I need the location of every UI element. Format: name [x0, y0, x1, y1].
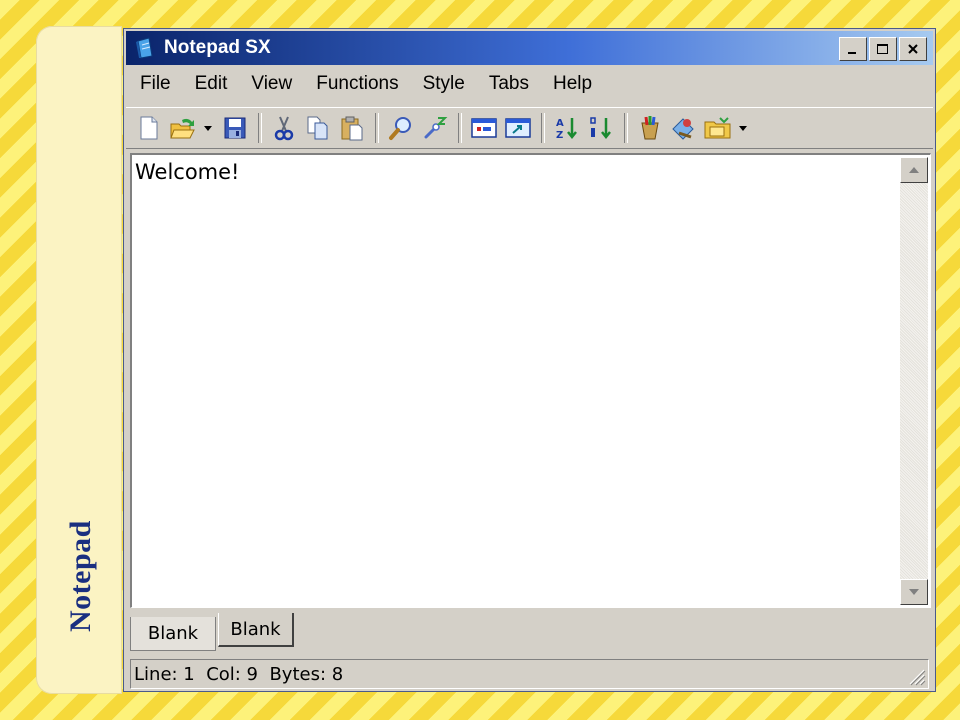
paint-icon	[641, 116, 659, 140]
paste-button[interactable]	[337, 113, 367, 143]
window-icon	[471, 118, 497, 138]
toolbar-separator	[375, 113, 379, 143]
paint-button[interactable]	[635, 113, 665, 143]
tool-button[interactable]	[669, 113, 699, 143]
arrow-down-icon	[909, 589, 919, 595]
save-button[interactable]	[220, 113, 250, 143]
scroll-down-button[interactable]	[900, 579, 928, 605]
toolbar-separator	[541, 113, 545, 143]
status-text: Line: 1 Col: 9 Bytes: 8	[134, 663, 344, 685]
chevron-down-icon	[739, 125, 747, 131]
copy-button[interactable]	[303, 113, 333, 143]
arrow-up-icon	[909, 167, 919, 173]
toolbar-separator	[258, 113, 262, 143]
menu-edit[interactable]: Edit	[183, 73, 240, 95]
notepad-app-icon	[136, 37, 153, 59]
side-title: Notepad	[64, 520, 97, 632]
cut-icon	[274, 116, 294, 141]
find-icon	[389, 117, 411, 140]
copy-icon	[307, 116, 328, 140]
menu-tabs[interactable]: Tabs	[477, 73, 541, 95]
find-button[interactable]	[386, 113, 416, 143]
tool-icon	[672, 118, 694, 140]
status-bar: Line: 1 Col: 9 Bytes: 8	[130, 659, 929, 689]
close-button[interactable]	[899, 37, 927, 61]
folder-dropdown-button[interactable]	[737, 113, 749, 143]
scroll-up-button[interactable]	[900, 157, 928, 183]
sort-descending-button[interactable]	[586, 113, 616, 143]
resize-grip-icon[interactable]	[906, 666, 926, 686]
window-title: Notepad SX	[164, 37, 271, 58]
menu-functions[interactable]: Functions	[304, 73, 410, 95]
toolbar-separator	[458, 113, 462, 143]
close-icon	[908, 44, 918, 54]
window-button[interactable]	[469, 113, 499, 143]
open-window-icon	[505, 118, 531, 138]
tab-blank-1[interactable]: Blank	[130, 617, 216, 651]
maximize-icon	[877, 44, 888, 54]
replace-icon	[424, 117, 448, 139]
menu-bar: File Edit View Functions Style Tabs Help	[126, 67, 933, 101]
menu-view[interactable]: View	[239, 73, 304, 95]
paste-icon	[341, 116, 363, 141]
svg-text:A: A	[556, 118, 564, 129]
new-file-icon	[140, 116, 158, 140]
cut-button[interactable]	[269, 113, 299, 143]
toolbar: AZ	[126, 107, 933, 149]
open-file-button[interactable]	[168, 113, 198, 143]
sort-ascending-icon: AZ	[556, 118, 577, 141]
open-file-icon	[170, 118, 195, 139]
menu-help[interactable]: Help	[541, 73, 604, 95]
tab-blank-2[interactable]: Blank	[218, 613, 294, 647]
toolbar-separator	[624, 113, 628, 143]
new-file-button[interactable]	[134, 113, 164, 143]
minimize-icon	[848, 52, 856, 54]
folder-icon	[704, 117, 731, 139]
save-icon	[224, 117, 246, 139]
sort-descending-icon	[590, 117, 611, 140]
title-bar[interactable]: Notepad SX	[126, 31, 933, 65]
chevron-down-icon	[204, 125, 212, 131]
text-editor[interactable]: Welcome!	[130, 153, 931, 608]
folder-button[interactable]	[703, 113, 733, 143]
notepad-window: Notepad SX File Edit View Functions Styl…	[123, 28, 936, 692]
open-window-button[interactable]	[503, 113, 533, 143]
minimize-button[interactable]	[839, 37, 867, 61]
replace-button[interactable]	[420, 113, 450, 143]
sort-ascending-button[interactable]: AZ	[552, 113, 582, 143]
editor-content[interactable]: Welcome!	[135, 160, 239, 184]
open-dropdown-button[interactable]	[202, 113, 214, 143]
svg-text:Z: Z	[556, 130, 563, 141]
menu-style[interactable]: Style	[411, 73, 477, 95]
maximize-button[interactable]	[869, 37, 897, 61]
vertical-scrollbar[interactable]	[900, 157, 928, 605]
menu-file[interactable]: File	[126, 73, 183, 95]
tab-strip: Blank Blank	[128, 613, 931, 653]
